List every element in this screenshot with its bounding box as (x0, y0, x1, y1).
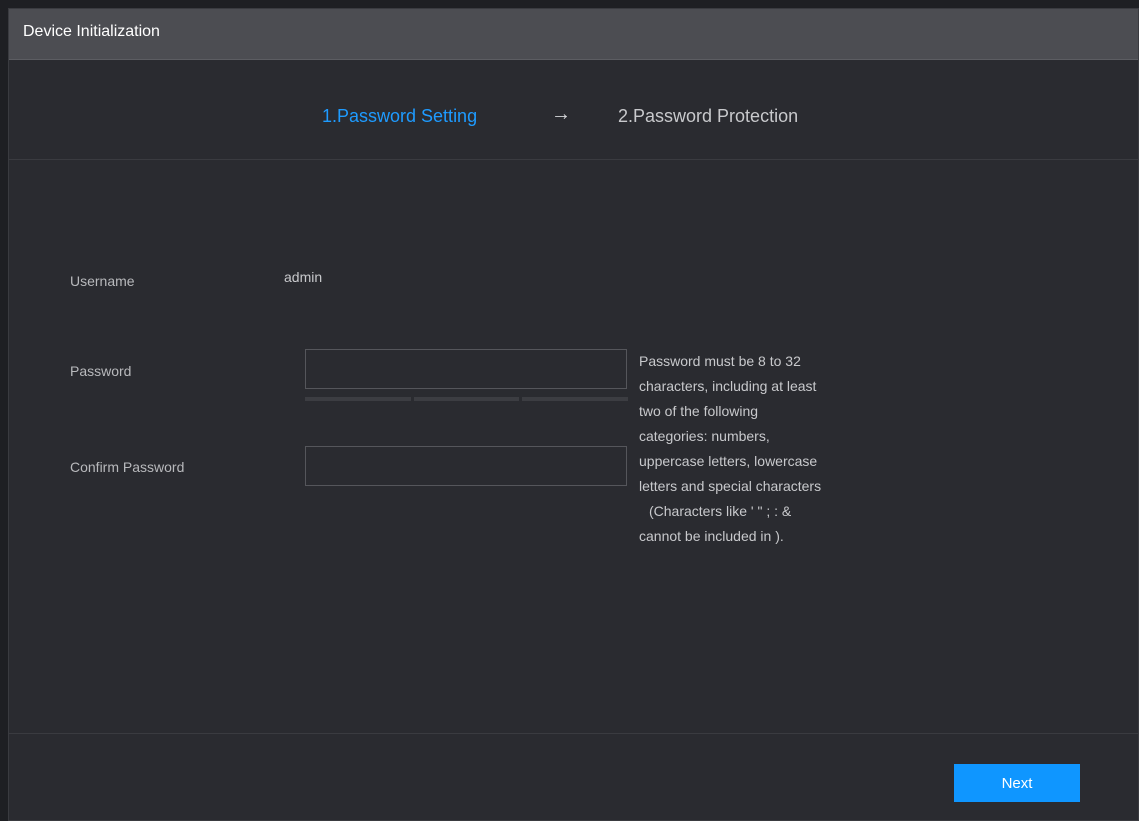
password-input[interactable] (305, 349, 627, 389)
window-title: Device Initialization (23, 23, 160, 40)
username-value: admin (284, 269, 323, 285)
strength-segment (522, 397, 629, 401)
password-hint: Password must be 8 to 32 characters, inc… (639, 349, 879, 549)
dialog-footer: Next (9, 733, 1138, 820)
strength-segment (413, 397, 520, 401)
strength-segment (305, 397, 411, 401)
hint-line: cannot be included in ). (639, 528, 784, 544)
step-indicator: 1.Password Setting → 2.Password Protecti… (9, 60, 1138, 160)
next-button[interactable]: Next (954, 764, 1080, 802)
arrow-right-icon: → (551, 103, 571, 125)
device-init-window: Device Initialization 1.Password Setting… (8, 8, 1139, 821)
confirm-password-label: Confirm Password (70, 459, 185, 475)
password-label: Password (70, 363, 132, 379)
hint-line: (Characters like ' " ; : & (649, 503, 792, 519)
username-label: Username (70, 273, 135, 289)
step-password-protection: 2.Password Protection (618, 106, 799, 126)
window-titlebar: Device Initialization (9, 9, 1138, 60)
step-password-setting: 1.Password Setting (322, 106, 478, 126)
confirm-password-input[interactable] (305, 446, 627, 486)
hint-line: categories: numbers, (639, 428, 770, 444)
hint-line: letters and special characters (639, 478, 822, 494)
hint-line: Password must be 8 to 32 (639, 353, 801, 369)
password-strength-meter (305, 397, 629, 401)
hint-line: uppercase letters, lowercase (639, 453, 818, 469)
hint-line: characters, including at least (639, 378, 817, 394)
hint-line: two of the following (639, 403, 759, 419)
